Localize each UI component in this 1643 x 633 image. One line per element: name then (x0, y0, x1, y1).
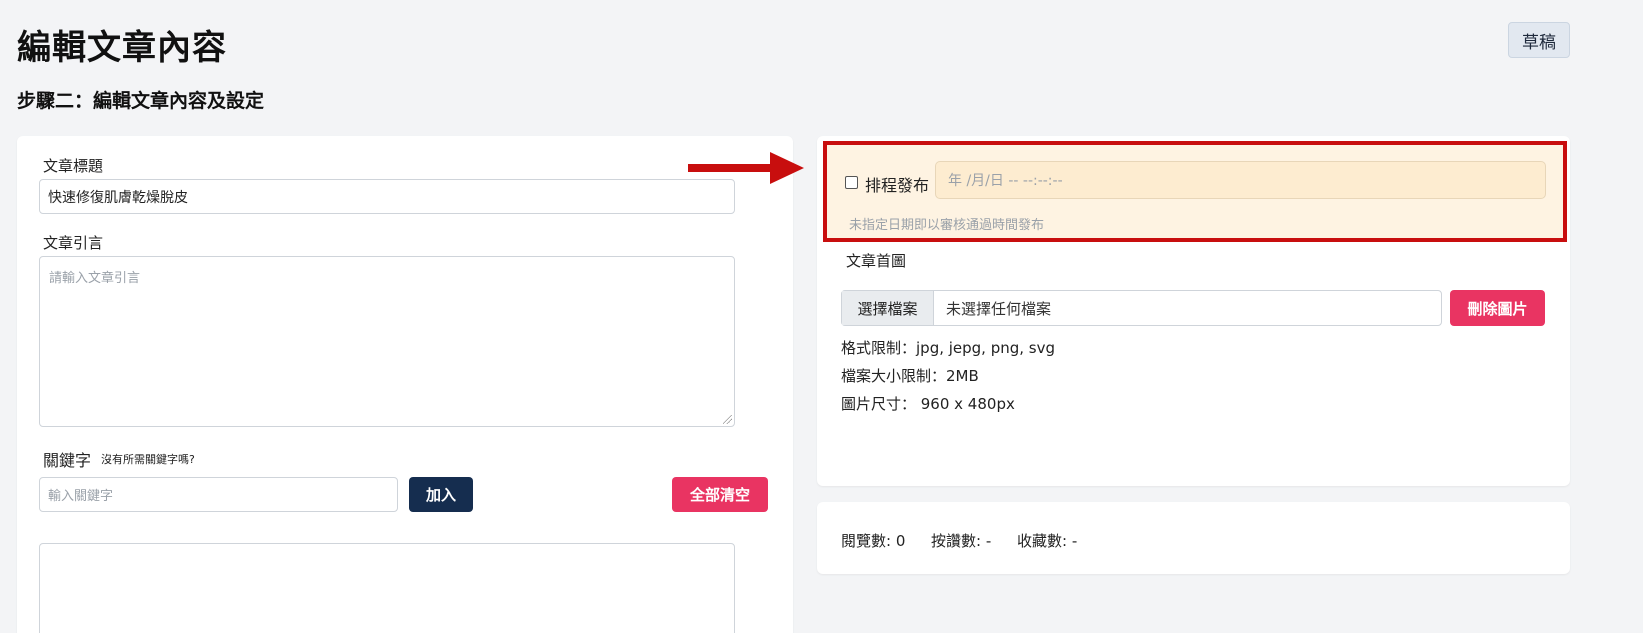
keyword-list-box (39, 543, 735, 633)
size-limit-text: 檔案大小限制：2MB (841, 367, 979, 385)
step-title: 步驟二：編輯文章內容及設定 (17, 90, 265, 112)
dimensions-text: 圖片尺寸： 960 x 480px (841, 395, 1015, 413)
resize-grip-icon[interactable] (723, 415, 732, 424)
page-title: 編輯文章內容 (17, 28, 227, 68)
choose-file-button[interactable]: 選擇檔案 (842, 291, 934, 325)
add-keyword-button[interactable]: 加入 (409, 477, 473, 512)
views-count: 閱覽數: 0 (841, 532, 906, 550)
delete-image-button[interactable]: 刪除圖片 (1450, 290, 1545, 326)
keyword-label: 關鍵字 (43, 451, 92, 470)
cover-file-input[interactable]: 選擇檔案 未選擇任何檔案 (841, 290, 1442, 326)
intro-placeholder: 請輸入文章引言 (49, 271, 141, 286)
article-content-card: 文章標題 快速修復肌膚乾燥脫皮 文章引言 請輸入文章引言 關鍵字 沒有所需關鍵字… (17, 136, 793, 633)
file-status-text: 未選擇任何檔案 (946, 299, 1052, 318)
intro-label: 文章引言 (43, 234, 104, 252)
schedule-checkbox[interactable] (845, 176, 858, 189)
schedule-label[interactable]: 排程發布 (865, 172, 929, 196)
clear-all-keywords-button[interactable]: 全部清空 (672, 477, 768, 512)
likes-count: 按讚數: - (931, 532, 992, 550)
schedule-hint: 未指定日期即以審核通過時間發布 (849, 218, 1045, 233)
stats-card (817, 502, 1570, 574)
keyword-help-link[interactable]: 沒有所需關鍵字嗎? (101, 451, 195, 467)
title-input[interactable]: 快速修復肌膚乾燥脫皮 (39, 179, 735, 214)
bookmarks-count: 收藏數: - (1017, 532, 1078, 550)
schedule-datetime-input[interactable]: 年 /月/日 -- --:--:-- (935, 161, 1546, 199)
title-label: 文章標題 (43, 157, 104, 175)
arrow-right-icon (688, 152, 804, 184)
keyword-input[interactable]: 輸入關鍵字 (39, 477, 398, 512)
cover-image-label: 文章首圖 (846, 252, 907, 270)
edit-article-page: 編輯文章內容 草稿 步驟二：編輯文章內容及設定 文章標題 快速修復肌膚乾燥脫皮 … (0, 0, 1643, 633)
format-limit-text: 格式限制：jpg, jepg, png, svg (841, 339, 1056, 357)
status-badge: 草稿 (1508, 22, 1570, 58)
schedule-publish-section: 排程發布 年 /月/日 -- --:--:-- 未指定日期即以審核通過時間發布 (823, 141, 1567, 242)
intro-textarea[interactable]: 請輸入文章引言 (39, 256, 735, 427)
